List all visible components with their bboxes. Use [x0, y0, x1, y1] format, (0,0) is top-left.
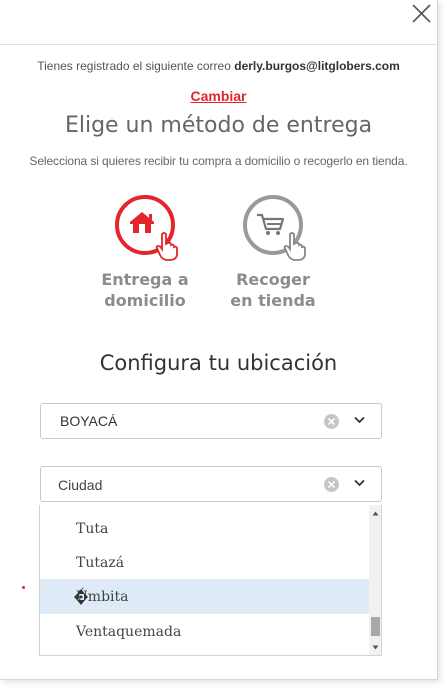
location-title: Configura tu ubicación — [99, 351, 338, 375]
clear-icon — [328, 418, 335, 425]
clear-icon — [328, 481, 335, 488]
city-option-label: Ventaquemada — [76, 624, 182, 640]
department-select[interactable]: BOYACÁ — [40, 403, 382, 439]
city-options-list: Tuta Tutazá Úmbita Ventaquemada — [39, 505, 382, 656]
dropdown-scrollbar[interactable] — [369, 505, 381, 655]
city-input[interactable] — [58, 475, 308, 495]
city-option-label: Tuta — [76, 521, 109, 537]
department-value: BOYACÁ — [60, 413, 118, 429]
home-delivery-label-line2: domicilio — [104, 291, 186, 310]
email-prefix: Tienes registrado el siguiente correo — [37, 59, 231, 73]
scrollbar-thumb[interactable] — [371, 617, 380, 636]
home-delivery-label-line1: Entrega a — [101, 270, 189, 289]
city-option-label: Tutazá — [76, 555, 125, 571]
chevron-down-icon[interactable] — [354, 416, 365, 424]
delivery-method-subtitle: Selecciona si quieres recibir tu compra … — [29, 154, 408, 168]
chevron-down-icon[interactable] — [354, 479, 365, 487]
decorative-dot — [22, 586, 25, 589]
delivery-method-title: Elige un método de entrega — [64, 113, 373, 138]
close-button[interactable] — [405, 0, 437, 30]
registered-email-text: Tienes registrado el siguiente correo de… — [0, 59, 437, 73]
store-pickup-option[interactable]: Recoger en tienda — [213, 195, 333, 311]
change-email-link[interactable]: Cambiar — [0, 88, 437, 104]
store-pickup-label-line2: en tienda — [230, 291, 316, 310]
home-delivery-option[interactable]: Entrega a domicilio — [85, 195, 205, 311]
store-pickup-label: Recoger en tienda — [213, 269, 333, 311]
city-option[interactable]: Ventaquemada — [40, 614, 369, 649]
delivery-modal: Tienes registrado el siguiente correo de… — [0, 0, 438, 680]
home-tap-icon — [115, 195, 178, 261]
clear-department-button[interactable] — [324, 414, 339, 429]
clear-city-button[interactable] — [324, 477, 339, 492]
modal-header — [0, 0, 437, 45]
cart-tap-icon — [243, 195, 306, 261]
scroll-down-arrow-icon[interactable] — [372, 644, 379, 651]
city-option[interactable]: Tutazá — [40, 545, 369, 580]
scroll-up-arrow-icon[interactable] — [372, 510, 379, 517]
registered-email: derly.burgos@litglobers.com — [234, 59, 400, 73]
city-option-highlighted[interactable]: Úmbita — [40, 579, 369, 614]
city-select[interactable] — [40, 466, 382, 502]
store-pickup-label-line1: Recoger — [236, 270, 310, 289]
home-delivery-label: Entrega a domicilio — [85, 269, 205, 311]
close-icon — [412, 4, 431, 23]
city-option[interactable]: Tuta — [40, 511, 369, 546]
move-cursor-icon — [74, 589, 88, 605]
